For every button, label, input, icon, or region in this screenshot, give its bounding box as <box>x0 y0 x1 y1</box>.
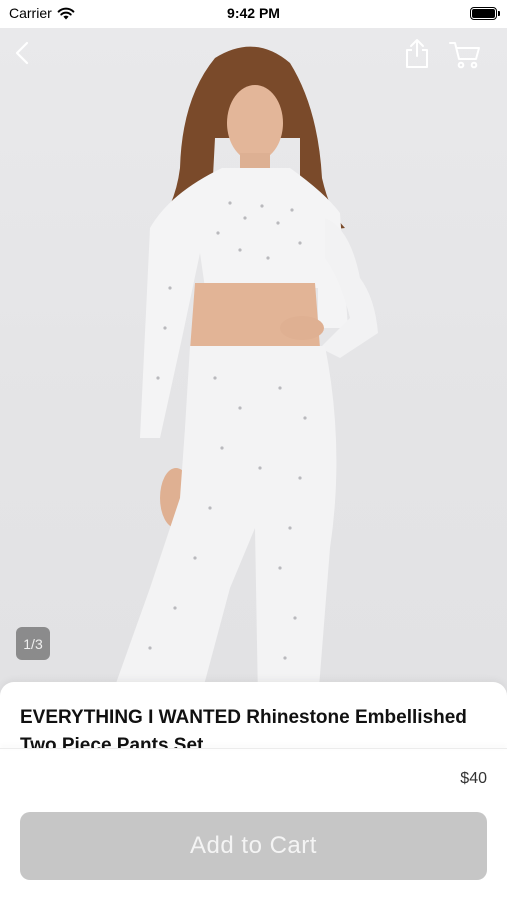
product-title-container: EVERYTHING I WANTED Rhinestone Embellish… <box>20 704 490 748</box>
product-image-gallery[interactable]: 1/3 <box>0 28 507 700</box>
product-price: $40 <box>460 770 487 787</box>
back-button[interactable] <box>8 38 36 68</box>
cart-button[interactable] <box>447 38 483 70</box>
status-time: 9:42 PM <box>227 5 280 21</box>
status-bar: Carrier 9:42 PM <box>0 0 507 28</box>
sheet-divider <box>0 748 507 749</box>
product-info-sheet: EVERYTHING I WANTED Rhinestone Embellish… <box>0 682 507 900</box>
battery-icon <box>470 7 500 20</box>
share-button[interactable] <box>402 36 432 70</box>
add-to-cart-button[interactable]: Add to Cart <box>20 812 487 880</box>
image-counter-badge: 1/3 <box>16 627 50 660</box>
product-photo <box>110 46 378 700</box>
product-title: EVERYTHING I WANTED Rhinestone Embellish… <box>20 707 467 748</box>
